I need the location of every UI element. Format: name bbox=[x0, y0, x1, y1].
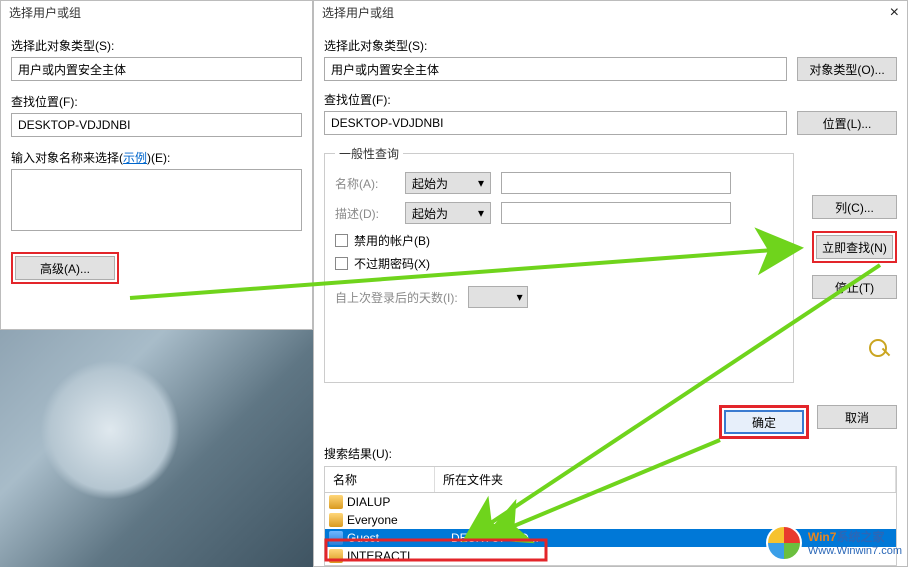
cell-name: DIALUP bbox=[347, 495, 447, 509]
disabled-accounts-label: 禁用的帐户(B) bbox=[354, 232, 430, 249]
col-folder[interactable]: 所在文件夹 bbox=[435, 467, 896, 492]
name-match-select[interactable]: 起始为▾ bbox=[405, 172, 491, 194]
window-title: 选择用户或组 bbox=[1, 1, 312, 25]
title-text: 选择用户或组 bbox=[9, 1, 81, 25]
title-text: 选择用户或组 bbox=[322, 1, 394, 25]
no-expire-label: 不过期密码(X) bbox=[354, 255, 430, 272]
group-icon bbox=[329, 549, 343, 563]
watermark-logo-icon bbox=[766, 525, 802, 561]
name-input[interactable] bbox=[501, 172, 731, 194]
no-expire-checkbox[interactable] bbox=[335, 257, 348, 270]
ok-button[interactable]: 确定 bbox=[724, 410, 804, 434]
location-field bbox=[11, 113, 302, 137]
general-query-frame-title: 一般性查询 bbox=[335, 145, 403, 162]
chevron-down-icon: ▾ bbox=[517, 290, 523, 304]
cancel-button[interactable]: 取消 bbox=[817, 405, 897, 429]
select-user-dialog-advanced: 选择用户或组 × 选择此对象类型(S): 对象类型(O)... 查找位置(F):… bbox=[313, 0, 908, 567]
object-type-label: 选择此对象类型(S): bbox=[11, 37, 302, 54]
stop-button[interactable]: 停止(T) bbox=[812, 275, 897, 299]
locations-button[interactable]: 位置(L)... bbox=[797, 111, 897, 135]
object-type-field bbox=[324, 57, 787, 81]
object-type-label: 选择此对象类型(S): bbox=[324, 37, 897, 54]
results-table-header: 名称 所在文件夹 bbox=[324, 466, 897, 492]
enter-names-label: 输入对象名称来选择(示例)(E): bbox=[11, 149, 302, 166]
location-label: 查找位置(F): bbox=[11, 93, 302, 110]
days-since-logon-select[interactable]: ▾ bbox=[468, 286, 528, 308]
days-since-logon-label: 自上次登录后的天数(I): bbox=[335, 289, 458, 306]
user-icon bbox=[329, 531, 343, 545]
close-icon[interactable]: × bbox=[890, 1, 899, 25]
description-input[interactable] bbox=[501, 202, 731, 224]
description-match-select[interactable]: 起始为▾ bbox=[405, 202, 491, 224]
select-user-dialog-basic: 选择用户或组 选择此对象类型(S): 查找位置(F): 输入对象名称来选择(示例… bbox=[0, 0, 313, 330]
window-title: 选择用户或组 × bbox=[314, 1, 907, 25]
search-results-label: 搜索结果(U): bbox=[324, 445, 897, 462]
watermark: Win7系统之家 Www.Winwin7.com bbox=[766, 525, 902, 561]
table-row[interactable]: DIALUP bbox=[325, 493, 896, 511]
search-icon bbox=[869, 339, 897, 359]
location-field bbox=[324, 111, 787, 135]
description-label: 描述(D): bbox=[335, 205, 395, 222]
object-type-field bbox=[11, 57, 302, 81]
disabled-accounts-checkbox[interactable] bbox=[335, 234, 348, 247]
object-types-button[interactable]: 对象类型(O)... bbox=[797, 57, 897, 81]
name-label: 名称(A): bbox=[335, 175, 395, 192]
columns-button[interactable]: 列(C)... bbox=[812, 195, 897, 219]
advanced-button[interactable]: 高级(A)... bbox=[15, 256, 115, 280]
cell-name: Guest bbox=[347, 531, 447, 545]
chevron-down-icon: ▾ bbox=[478, 176, 484, 190]
col-name[interactable]: 名称 bbox=[325, 467, 435, 492]
cell-name: INTERACTI bbox=[347, 549, 447, 563]
example-link[interactable]: 示例 bbox=[123, 151, 147, 165]
find-now-button[interactable]: 立即查找(N) bbox=[816, 235, 893, 259]
cell-name: Everyone bbox=[347, 513, 447, 527]
desktop-wallpaper bbox=[0, 330, 313, 567]
group-icon bbox=[329, 513, 343, 527]
group-icon bbox=[329, 495, 343, 509]
chevron-down-icon: ▾ bbox=[478, 206, 484, 220]
object-names-input[interactable] bbox=[11, 169, 302, 231]
location-label: 查找位置(F): bbox=[324, 91, 897, 108]
